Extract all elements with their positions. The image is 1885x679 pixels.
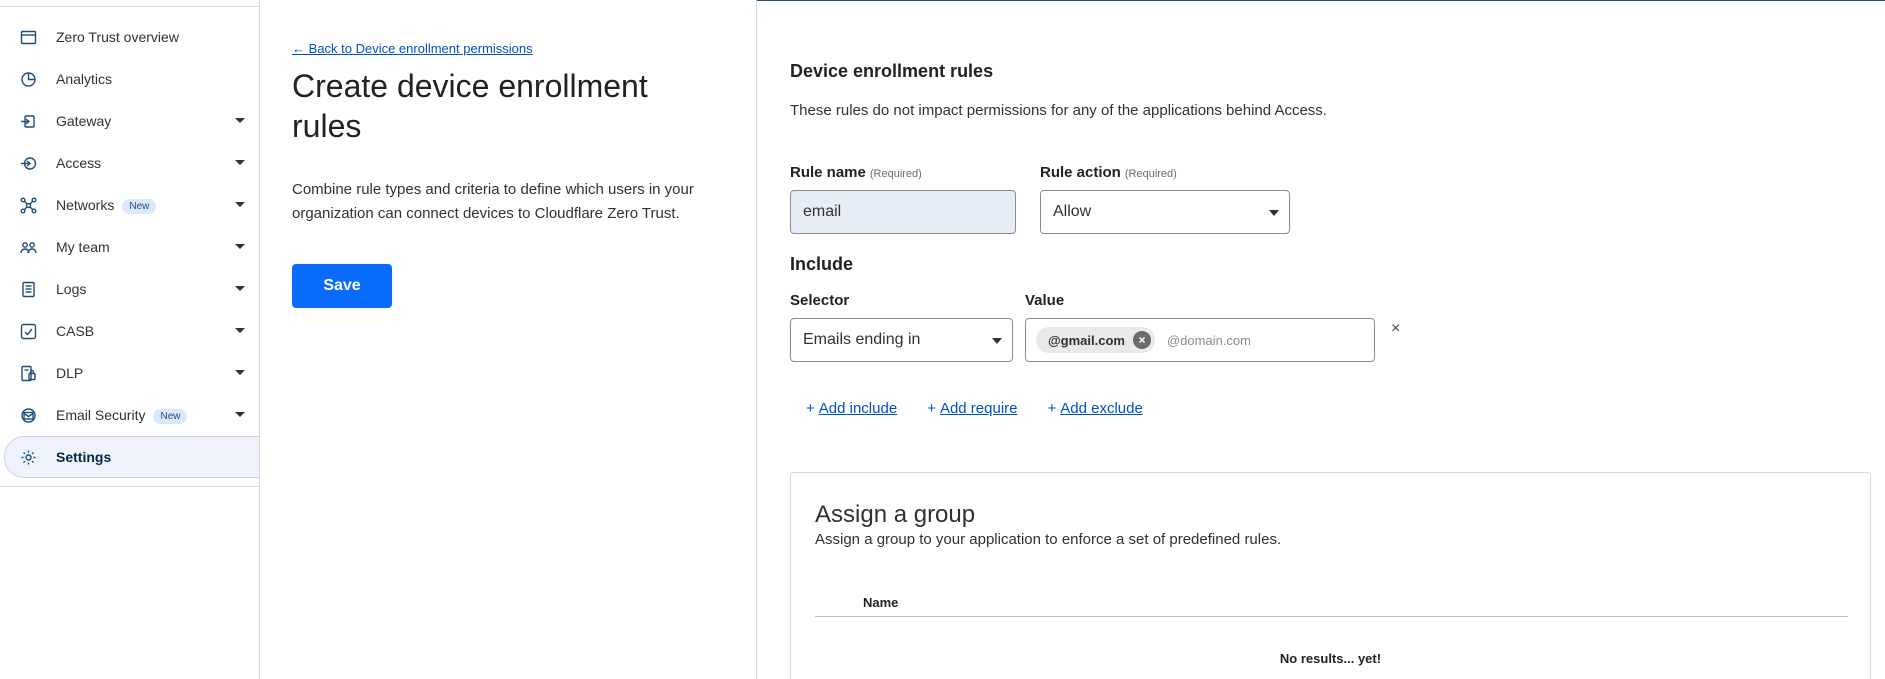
back-link[interactable]: ← Back to Device enrollment permissions <box>292 41 533 56</box>
sidebar-item-my-team[interactable]: My team <box>0 226 259 268</box>
plus-icon: + <box>927 400 936 417</box>
sidebar-item-dlp[interactable]: DLP <box>0 352 259 394</box>
dlp-icon <box>20 365 37 382</box>
casb-icon <box>20 323 37 340</box>
chevron-down-icon[interactable] <box>235 244 245 249</box>
required-hint: (Required) <box>1124 168 1177 180</box>
team-icon <box>20 239 37 256</box>
assign-group-card: Assign a group Assign a group to your ap… <box>790 472 1871 679</box>
add-include-link[interactable]: + Add include <box>806 400 897 417</box>
sidebar-item-email-security[interactable]: Email Security New <box>0 394 259 436</box>
page-title: Create device enrollment rules <box>292 68 648 144</box>
selector-select[interactable]: Emails ending in <box>790 318 1013 362</box>
network-icon <box>20 197 37 214</box>
left-panel: ← Back to Device enrollment permissions … <box>260 0 757 679</box>
sidebar-item-label: CASB <box>56 323 95 339</box>
tag-remove-icon[interactable]: × <box>1132 331 1151 349</box>
remove-rule-row-icon[interactable]: × <box>1391 320 1400 338</box>
sidebar-divider <box>0 486 259 487</box>
sidebar-item-settings[interactable]: Settings <box>4 436 259 478</box>
sidebar-item-label: Networks <box>56 196 115 213</box>
access-icon <box>20 155 37 172</box>
new-badge: New <box>122 198 157 214</box>
sidebar-item-label: Access <box>56 155 102 171</box>
save-button[interactable]: Save <box>292 264 392 308</box>
selector-value: Emails ending in <box>803 331 921 348</box>
sidebar-item-networks[interactable]: Networks New <box>0 184 259 226</box>
sidebar-item-access[interactable]: Access <box>0 142 259 184</box>
rule-action-label: Rule action (Required) <box>1040 164 1177 181</box>
add-rule-links: + Add include + Add require + Add exclude <box>806 400 1143 417</box>
gateway-icon <box>20 113 37 130</box>
add-require-link[interactable]: + Add require <box>927 400 1017 417</box>
add-exclude-link[interactable]: + Add exclude <box>1048 400 1143 417</box>
rules-panel: Device enrollment rules These rules do n… <box>790 0 1880 679</box>
sidebar-item-label: My team <box>56 239 110 255</box>
column-header-name[interactable]: Name <box>863 595 898 610</box>
value-label: Value <box>1025 292 1065 309</box>
new-badge: New <box>153 408 188 424</box>
sidebar-item-casb[interactable]: CASB <box>0 310 259 352</box>
sidebar-item-zero-trust-overview[interactable]: Zero Trust overview <box>0 16 259 58</box>
chevron-down-icon[interactable] <box>235 328 245 333</box>
section-description: These rules do not impact permissions fo… <box>790 102 1327 119</box>
chevron-down-icon[interactable] <box>235 202 245 207</box>
sidebar-item-logs[interactable]: Logs <box>0 268 259 310</box>
section-title: Device enrollment rules <box>790 61 994 81</box>
chevron-down-icon <box>992 338 1002 344</box>
chevron-down-icon[interactable] <box>235 412 245 417</box>
sidebar-item-label: Email Security <box>56 406 146 423</box>
sidebar-item-label-wrap: Networks New <box>56 196 157 214</box>
chevron-down-icon[interactable] <box>235 370 245 375</box>
rule-name-label: Rule name (Required) <box>790 164 922 181</box>
rule-name-input[interactable]: email <box>790 190 1016 234</box>
rule-action-value: Allow <box>1053 203 1092 220</box>
include-title: Include <box>790 254 854 274</box>
pie-chart-icon <box>20 71 37 88</box>
group-table-header: Name <box>815 593 1848 617</box>
rule-name-value: email <box>803 203 842 220</box>
sidebar-item-gateway[interactable]: Gateway <box>0 100 259 142</box>
group-title: Assign a group <box>815 501 976 528</box>
email-security-icon <box>20 407 37 424</box>
sidebar-item-label: DLP <box>56 365 84 381</box>
sidebar-item-label: Settings <box>56 449 112 465</box>
gear-icon <box>20 449 37 466</box>
sidebar-item-label: Analytics <box>56 71 113 87</box>
value-tag: @gmail.com × <box>1036 327 1155 353</box>
chevron-down-icon[interactable] <box>235 118 245 123</box>
selector-label: Selector <box>790 292 850 309</box>
chevron-down-icon <box>1269 210 1279 216</box>
add-include-label: Add include <box>818 400 898 417</box>
logs-icon <box>20 281 37 298</box>
sidebar-item-label: Zero Trust overview <box>56 29 179 45</box>
required-hint: (Required) <box>869 168 922 180</box>
sidebar-item-label: Logs <box>56 281 87 297</box>
plus-icon: + <box>1047 400 1057 417</box>
chevron-down-icon[interactable] <box>235 286 245 291</box>
add-exclude-label: Add exclude <box>1060 400 1143 417</box>
value-placeholder: @domain.com <box>1166 332 1251 348</box>
sidebar: Zero Trust overview Analytics Gateway Ac… <box>0 0 260 679</box>
empty-state: No results... yet! <box>1279 651 1382 666</box>
sidebar-item-label: Gateway <box>56 113 112 129</box>
sidebar-divider <box>0 6 259 7</box>
chevron-down-icon[interactable] <box>235 160 245 165</box>
sidebar-item-label-wrap: Email Security New <box>56 406 188 424</box>
rule-action-label-text: Rule action <box>1040 164 1121 181</box>
sidebar-item-analytics[interactable]: Analytics <box>0 58 259 100</box>
value-tag-text: @gmail.com <box>1048 332 1125 348</box>
add-require-label: Add require <box>939 400 1018 417</box>
browser-window-icon <box>20 29 37 46</box>
group-description: Assign a group to your application to en… <box>815 531 1282 548</box>
rule-name-label-text: Rule name <box>790 164 866 181</box>
plus-icon: + <box>806 400 815 417</box>
rule-action-select[interactable]: Allow <box>1040 190 1290 234</box>
sidebar-nav: Zero Trust overview Analytics Gateway Ac… <box>0 16 259 478</box>
value-tag-input[interactable]: @gmail.com × @domain.com <box>1025 318 1375 362</box>
page-description: Combine rule types and criteria to defin… <box>292 181 694 222</box>
